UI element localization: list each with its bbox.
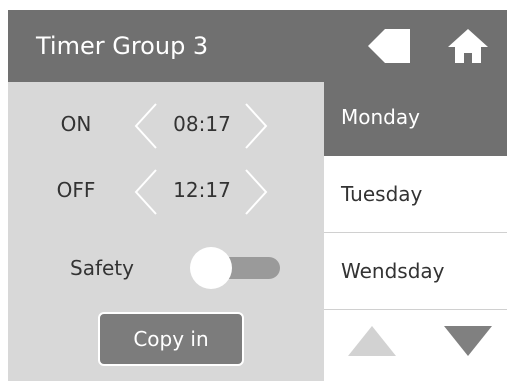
page-title: Timer Group 3	[36, 32, 209, 60]
scroll-down-button[interactable]	[438, 315, 498, 367]
timer-group-screen: Timer Group 3 ON 08:17 OFF 12:17 Safety …	[0, 0, 507, 381]
scroll-up-button[interactable]	[342, 315, 402, 367]
home-icon	[448, 29, 488, 63]
on-label: ON	[60, 112, 92, 136]
off-time-increase-chevron-icon[interactable]	[244, 168, 268, 216]
off-time-decrease-chevron-icon[interactable]	[134, 168, 158, 216]
toggle-knob	[190, 247, 232, 289]
home-button[interactable]	[444, 24, 492, 68]
day-item-tuesday[interactable]: Tuesday	[324, 156, 507, 233]
day-item-wendsday[interactable]: Wendsday	[324, 233, 507, 310]
header-bar: Timer Group 3	[8, 10, 507, 82]
copy-in-button[interactable]: Copy in	[98, 312, 244, 366]
on-time-increase-chevron-icon[interactable]	[244, 102, 268, 150]
triangle-up-icon	[348, 326, 396, 356]
off-label: OFF	[56, 178, 96, 202]
day-item-monday[interactable]: Monday	[324, 79, 507, 156]
timer-settings-panel: ON 08:17 OFF 12:17 Safety Copy in	[8, 82, 324, 381]
off-time-value: 12:17	[173, 178, 231, 202]
safety-label: Safety	[70, 256, 134, 280]
back-button[interactable]	[365, 24, 413, 68]
on-time-decrease-chevron-icon[interactable]	[134, 102, 158, 150]
arrow-left-icon	[368, 29, 410, 63]
safety-toggle[interactable]	[190, 247, 280, 289]
on-time-value: 08:17	[173, 112, 231, 136]
triangle-down-icon	[444, 326, 492, 356]
